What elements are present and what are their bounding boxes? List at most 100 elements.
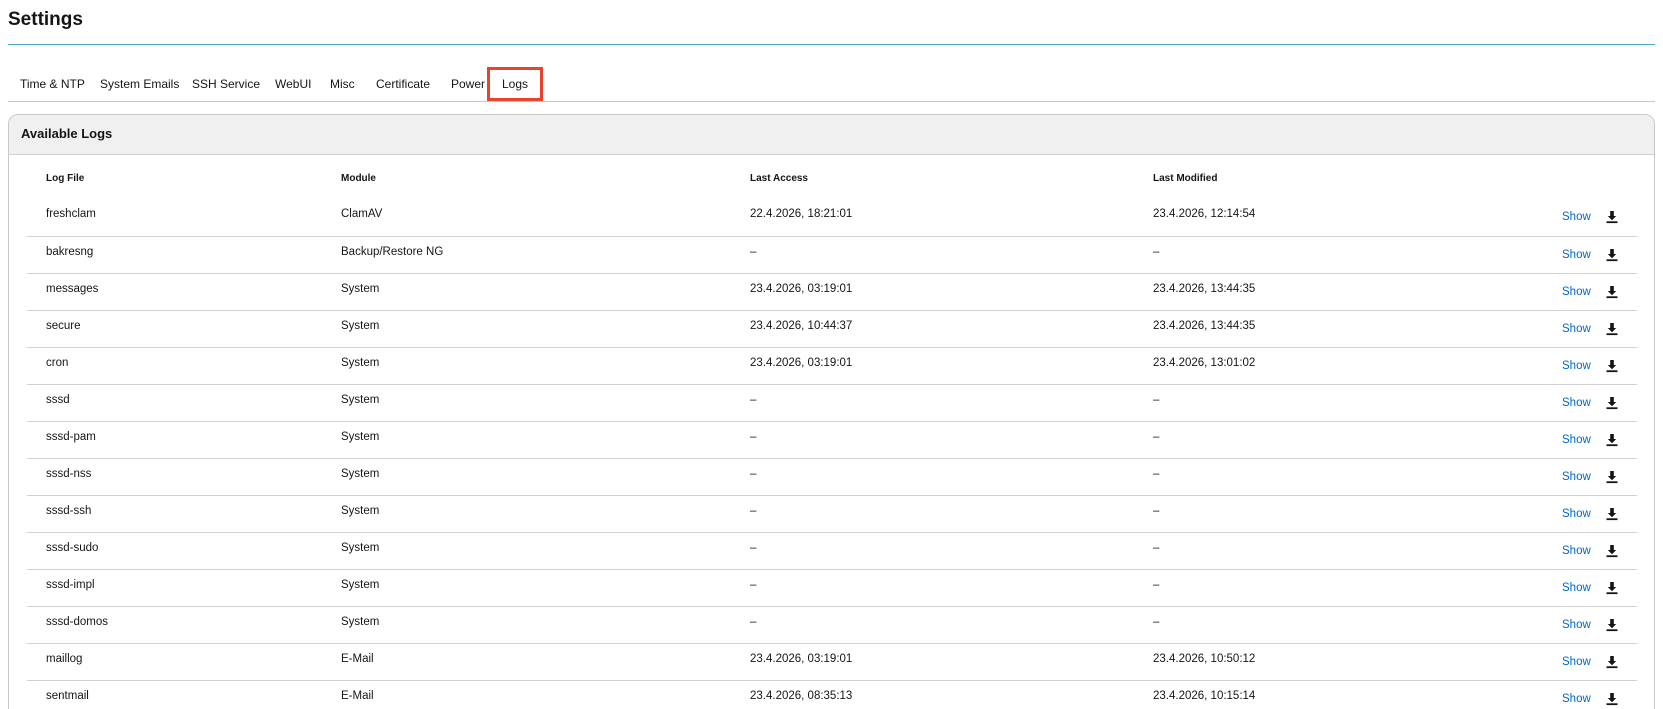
tab-misc[interactable]: Misc bbox=[330, 67, 355, 101]
cell-module: System bbox=[341, 542, 380, 554]
cell-last-access: – bbox=[750, 246, 757, 258]
cell-log-file: sssd-sudo bbox=[46, 542, 99, 554]
cell-log-file: freshclam bbox=[46, 208, 96, 220]
cell-log-file: sssd-pam bbox=[46, 431, 96, 443]
table-row: bakresng Backup/Restore NG – – Show bbox=[27, 237, 1637, 274]
cell-module: System bbox=[341, 394, 380, 406]
show-log-link[interactable]: Show bbox=[1562, 397, 1591, 409]
cell-log-file: bakresng bbox=[46, 246, 94, 258]
table-row: cron System 23.4.2026, 03:19:01 23.4.202… bbox=[27, 348, 1637, 385]
available-logs-card: Available Logs Log File Module Last Acce… bbox=[8, 114, 1655, 709]
table-row: sssd-pam System – – Show bbox=[27, 422, 1637, 459]
cell-last-modified: 23.4.2026, 13:44:35 bbox=[1153, 320, 1256, 332]
show-log-link[interactable]: Show bbox=[1562, 619, 1591, 631]
download-icon[interactable] bbox=[1605, 655, 1619, 669]
cell-last-access: – bbox=[750, 579, 757, 591]
download-icon[interactable] bbox=[1605, 470, 1619, 484]
show-log-link[interactable]: Show bbox=[1562, 545, 1591, 557]
download-icon[interactable] bbox=[1605, 322, 1619, 336]
column-header-last-modified: Last Modified bbox=[1153, 173, 1218, 184]
cell-module: System bbox=[341, 431, 380, 443]
cell-last-modified: 23.4.2026, 12:14:54 bbox=[1153, 208, 1256, 220]
cell-log-file: sssd-ssh bbox=[46, 505, 92, 517]
show-log-link[interactable]: Show bbox=[1562, 656, 1591, 668]
download-icon[interactable] bbox=[1605, 210, 1619, 224]
download-icon[interactable] bbox=[1605, 396, 1619, 410]
cell-module: System bbox=[341, 357, 380, 369]
cell-module: ClamAV bbox=[341, 208, 383, 220]
show-log-link[interactable]: Show bbox=[1562, 693, 1591, 705]
cell-module: System bbox=[341, 505, 380, 517]
tab-power[interactable]: Power bbox=[451, 67, 485, 101]
tab-certificate[interactable]: Certificate bbox=[376, 67, 430, 101]
download-icon[interactable] bbox=[1605, 618, 1619, 632]
download-icon[interactable] bbox=[1605, 544, 1619, 558]
cell-last-access: 23.4.2026, 10:44:37 bbox=[750, 320, 853, 332]
download-icon[interactable] bbox=[1605, 692, 1619, 706]
table-row: sssd-sudo System – – Show bbox=[27, 533, 1637, 570]
cell-last-access: – bbox=[750, 394, 757, 406]
cell-last-modified: – bbox=[1153, 246, 1160, 258]
show-log-link[interactable]: Show bbox=[1562, 286, 1591, 298]
cell-last-access: – bbox=[750, 542, 757, 554]
cell-log-file: sentmail bbox=[46, 690, 89, 702]
cell-log-file: messages bbox=[46, 283, 99, 295]
table-row: sssd-domos System – – Show bbox=[27, 607, 1637, 644]
cell-log-file: cron bbox=[46, 357, 69, 369]
logs-table: Log File Module Last Access Last Modifie… bbox=[27, 173, 1637, 709]
download-icon[interactable] bbox=[1605, 285, 1619, 299]
cell-last-modified: – bbox=[1153, 616, 1160, 628]
show-log-link[interactable]: Show bbox=[1562, 582, 1591, 594]
column-header-module: Module bbox=[341, 173, 376, 184]
download-icon[interactable] bbox=[1605, 248, 1619, 262]
cell-last-modified: 23.4.2026, 10:15:14 bbox=[1153, 690, 1256, 702]
table-body: freshclam ClamAV 22.4.2026, 18:21:01 23.… bbox=[27, 199, 1637, 709]
table-row: sssd-ssh System – – Show bbox=[27, 496, 1637, 533]
cell-log-file: maillog bbox=[46, 653, 83, 665]
tab-ssh-service[interactable]: SSH Service bbox=[192, 67, 260, 101]
cell-log-file: sssd-domos bbox=[46, 616, 108, 628]
cell-last-access: – bbox=[750, 505, 757, 517]
tab-logs[interactable]: Logs bbox=[487, 67, 544, 101]
show-log-link[interactable]: Show bbox=[1562, 211, 1591, 223]
download-icon[interactable] bbox=[1605, 433, 1619, 447]
cell-module: E-Mail bbox=[341, 653, 374, 665]
download-icon[interactable] bbox=[1605, 359, 1619, 373]
cell-module: System bbox=[341, 320, 380, 332]
show-log-link[interactable]: Show bbox=[1562, 249, 1591, 261]
settings-tabs: Time & NTP System Emails SSH Service Web… bbox=[8, 67, 1655, 102]
column-header-log-file: Log File bbox=[46, 173, 85, 184]
table-row: sssd-nss System – – Show bbox=[27, 459, 1637, 496]
cell-last-access: – bbox=[750, 468, 757, 480]
cell-last-modified: – bbox=[1153, 505, 1160, 517]
tab-time-ntp[interactable]: Time & NTP bbox=[20, 67, 85, 101]
cell-module: Backup/Restore NG bbox=[341, 246, 444, 258]
cell-last-modified: 23.4.2026, 13:01:02 bbox=[1153, 357, 1256, 369]
cell-log-file: sssd-nss bbox=[46, 468, 92, 480]
table-row: maillog E-Mail 23.4.2026, 03:19:01 23.4.… bbox=[27, 644, 1637, 681]
show-log-link[interactable]: Show bbox=[1562, 323, 1591, 335]
tab-webui[interactable]: WebUI bbox=[275, 67, 311, 101]
cell-last-access: – bbox=[750, 616, 757, 628]
download-icon[interactable] bbox=[1605, 581, 1619, 595]
show-log-link[interactable]: Show bbox=[1562, 471, 1591, 483]
download-icon[interactable] bbox=[1605, 507, 1619, 521]
show-log-link[interactable]: Show bbox=[1562, 508, 1591, 520]
cell-module: System bbox=[341, 283, 380, 295]
cell-last-modified: – bbox=[1153, 431, 1160, 443]
tab-system-emails[interactable]: System Emails bbox=[100, 67, 179, 101]
show-log-link[interactable]: Show bbox=[1562, 360, 1591, 372]
table-row: messages System 23.4.2026, 03:19:01 23.4… bbox=[27, 274, 1637, 311]
title-divider bbox=[8, 44, 1655, 45]
cell-module: System bbox=[341, 579, 380, 591]
cell-last-access: 23.4.2026, 03:19:01 bbox=[750, 653, 853, 665]
cell-last-access: 23.4.2026, 03:19:01 bbox=[750, 283, 853, 295]
cell-module: E-Mail bbox=[341, 690, 374, 702]
cell-last-modified: 23.4.2026, 13:44:35 bbox=[1153, 283, 1256, 295]
cell-module: System bbox=[341, 468, 380, 480]
table-row: freshclam ClamAV 22.4.2026, 18:21:01 23.… bbox=[27, 199, 1637, 237]
show-log-link[interactable]: Show bbox=[1562, 434, 1591, 446]
cell-log-file: sssd-impl bbox=[46, 579, 95, 591]
cell-log-file: secure bbox=[46, 320, 81, 332]
cell-last-access: – bbox=[750, 431, 757, 443]
